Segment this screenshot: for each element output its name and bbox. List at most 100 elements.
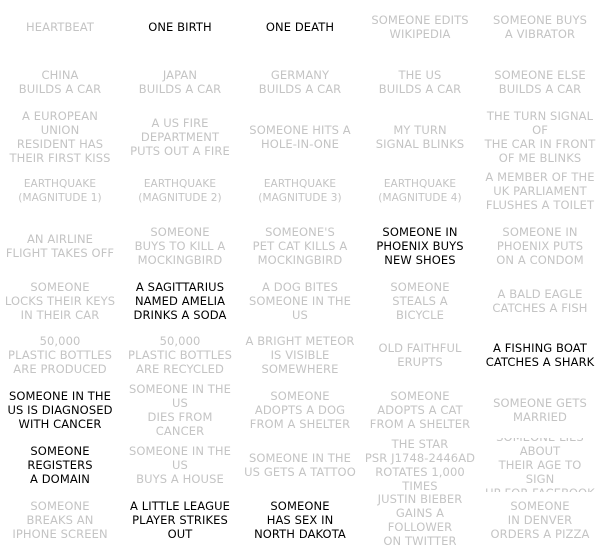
event-label: 50,000 PLASTIC BOTTLES ARE RECYCLED <box>128 334 232 377</box>
event-label: EARTHQUAKE (MAGNITUDE 4) <box>378 178 462 205</box>
event-label: A BALD EAGLE CATCHES A FISH <box>492 286 588 315</box>
event-cell: THE US BUILDS A CAR <box>360 55 480 110</box>
event-label-highlighted: ONE DEATH <box>265 20 335 35</box>
event-label-highlighted: SOMEONE REGISTERS A DOMAIN <box>27 443 93 486</box>
event-cell: JAPAN BUILDS A CAR <box>120 55 240 110</box>
event-cell: MY TURN SIGNAL BLINKS <box>360 109 480 164</box>
event-cell: A BALD EAGLE CATCHES A FISH <box>480 273 600 328</box>
event-label: EARTHQUAKE (MAGNITUDE 3) <box>258 178 342 205</box>
event-cell: SOMEONE LOCKS THEIR KEYS IN THEIR CAR <box>0 273 120 328</box>
event-label: EARTHQUAKE (MAGNITUDE 2) <box>138 178 222 205</box>
event-label: CHINA BUILDS A CAR <box>18 68 102 97</box>
event-cell: ONE BIRTH <box>120 0 240 55</box>
event-label: SOMEONE IN THE US BUYS A HOUSE <box>128 443 232 486</box>
event-label: SOMEONE STEALS A BICYCLE <box>390 279 450 322</box>
event-label: OLD FAITHFUL ERUPTS <box>378 341 462 370</box>
event-label: JUSTIN BIEBER GAINS A FOLLOWER ON TWITTE… <box>377 492 463 547</box>
event-cell: SOMEONE IN THE US IS DIAGNOSED WITH CANC… <box>0 383 120 438</box>
event-label: A BRIGHT METEOR IS VISIBLE SOMEWHERE <box>245 334 355 377</box>
event-label: SOMEONE IN THE US DIES FROM CANCER <box>128 382 232 438</box>
event-cell: AN AIRLINE FLIGHT TAKES OFF <box>0 219 120 274</box>
event-label: SOMEONE BUYS A VIBRATOR <box>493 13 587 42</box>
event-cell: SOMEONE IN THE US DIES FROM CANCER <box>120 383 240 438</box>
event-cell: SOMEONE REGISTERS A DOMAIN <box>0 438 120 493</box>
event-cell: A DOG BITES SOMEONE IN THE US <box>240 273 360 328</box>
event-cell: A BRIGHT METEOR IS VISIBLE SOMEWHERE <box>240 328 360 383</box>
event-label-highlighted: ONE BIRTH <box>148 20 212 35</box>
event-label: SOMEONE ELSE BUILDS A CAR <box>494 68 586 97</box>
event-cell: GERMANY BUILDS A CAR <box>240 55 360 110</box>
event-label-highlighted: SOMEONE IN PHOENIX BUYS NEW SHOES <box>376 225 464 268</box>
event-cell: SOMEONE BUYS A VIBRATOR <box>480 0 600 55</box>
event-cell: THE STAR PSR J1748-2446AD ROTATES 1,000 … <box>360 438 480 493</box>
event-cell: THE TURN SIGNAL OF THE CAR IN FRONT OF M… <box>480 109 600 164</box>
event-cell: SOMEONE LIES ABOUT THEIR AGE TO SIGN UP … <box>480 438 600 493</box>
event-cell: A LITTLE LEAGUE PLAYER STRIKES OUT <box>120 492 240 547</box>
event-label-highlighted: A FISHING BOAT CATCHES A SHARK <box>485 341 595 370</box>
event-cell: SOMEONE IN PHOENIX BUYS NEW SHOES <box>360 219 480 274</box>
event-label: A DOG BITES SOMEONE IN THE US <box>248 279 352 322</box>
event-cell: OLD FAITHFUL ERUPTS <box>360 328 480 383</box>
event-label: SOMEONE BUYS TO KILL A MOCKINGBIRD <box>134 225 226 268</box>
event-label: SOMEONE HITS A HOLE-IN-ONE <box>249 122 351 151</box>
event-cell: SOMEONE ELSE BUILDS A CAR <box>480 55 600 110</box>
event-label: A MEMBER OF THE UK PARLIAMENT FLUSHES A … <box>485 170 595 213</box>
event-label: MY TURN SIGNAL BLINKS <box>375 122 465 151</box>
event-label: SOMEONE BREAKS AN IPHONE SCREEN <box>12 498 108 541</box>
event-cell: ONE DEATH <box>240 0 360 55</box>
event-label: EARTHQUAKE (MAGNITUDE 1) <box>18 178 102 205</box>
event-label: GERMANY BUILDS A CAR <box>258 68 342 97</box>
event-cell: A FISHING BOAT CATCHES A SHARK <box>480 328 600 383</box>
event-cell: EARTHQUAKE (MAGNITUDE 2) <box>120 164 240 219</box>
event-cell: 50,000 PLASTIC BOTTLES ARE PRODUCED <box>0 328 120 383</box>
event-cell: SOMEONE BUYS TO KILL A MOCKINGBIRD <box>120 219 240 274</box>
event-cell: JUSTIN BIEBER GAINS A FOLLOWER ON TWITTE… <box>360 492 480 547</box>
event-label: SOMEONE IN DENVER ORDERS A PIZZA <box>490 498 590 541</box>
event-cell: EARTHQUAKE (MAGNITUDE 3) <box>240 164 360 219</box>
event-label: SOMEONE ADOPTS A DOG FROM A SHELTER <box>249 389 351 432</box>
event-label-highlighted: A LITTLE LEAGUE PLAYER STRIKES OUT <box>130 498 230 541</box>
event-cell: A EUROPEAN UNION RESIDENT HAS THEIR FIRS… <box>0 109 120 164</box>
event-label-highlighted: SOMEONE IN THE US IS DIAGNOSED WITH CANC… <box>7 389 113 432</box>
event-cell: CHINA BUILDS A CAR <box>0 55 120 110</box>
event-label: AN AIRLINE FLIGHT TAKES OFF <box>5 232 115 261</box>
event-label: THE TURN SIGNAL OF THE CAR IN FRONT OF M… <box>484 109 596 165</box>
event-cell: SOMEONE HAS SEX IN NORTH DAKOTA <box>240 492 360 547</box>
event-cell: SOMEONE'S PET CAT KILLS A MOCKINGBIRD <box>240 219 360 274</box>
event-label: SOMEONE EDITS WIKIPEDIA <box>371 13 469 42</box>
event-cell: A SAGITTARIUS NAMED AMELIA DRINKS A SODA <box>120 273 240 328</box>
event-cell: SOMEONE STEALS A BICYCLE <box>360 273 480 328</box>
event-label-highlighted: A SAGITTARIUS NAMED AMELIA DRINKS A SODA <box>133 279 227 322</box>
event-cell: A US FIRE DEPARTMENT PUTS OUT A FIRE <box>120 109 240 164</box>
event-cell: SOMEONE IN THE US GETS A TATTOO <box>240 438 360 493</box>
event-cell: SOMEONE IN THE US BUYS A HOUSE <box>120 438 240 493</box>
event-cell: A MEMBER OF THE UK PARLIAMENT FLUSHES A … <box>480 164 600 219</box>
event-label: SOMEONE'S PET CAT KILLS A MOCKINGBIRD <box>252 225 348 268</box>
event-label: A EUROPEAN UNION RESIDENT HAS THEIR FIRS… <box>9 109 111 165</box>
event-cell: SOMEONE ADOPTS A CAT FROM A SHELTER <box>360 383 480 438</box>
event-label: SOMEONE LIES ABOUT THEIR AGE TO SIGN UP … <box>485 438 595 493</box>
event-cell: SOMEONE IN PHOENIX PUTS ON A CONDOM <box>480 219 600 274</box>
event-grid: HEARTBEAT ONE BIRTH ONE DEATH SOMEONE EDITS… <box>0 0 600 547</box>
event-label: SOMEONE IN THE US GETS A TATTOO <box>244 450 356 479</box>
event-cell: SOMEONE IN DENVER ORDERS A PIZZA <box>480 492 600 547</box>
event-cell: EARTHQUAKE (MAGNITUDE 4) <box>360 164 480 219</box>
event-label: JAPAN BUILDS A CAR <box>138 68 222 97</box>
event-label: SOMEONE IN PHOENIX PUTS ON A CONDOM <box>496 225 584 268</box>
event-cell: SOMEONE EDITS WIKIPEDIA <box>360 0 480 55</box>
event-label: SOMEONE ADOPTS A CAT FROM A SHELTER <box>369 389 471 432</box>
event-cell: HEARTBEAT <box>0 0 120 55</box>
event-cell: SOMEONE GETS MARRIED <box>480 383 600 438</box>
event-cell: EARTHQUAKE (MAGNITUDE 1) <box>0 164 120 219</box>
event-label: SOMEONE LOCKS THEIR KEYS IN THEIR CAR <box>4 279 116 322</box>
event-cell: 50,000 PLASTIC BOTTLES ARE RECYCLED <box>120 328 240 383</box>
event-label-highlighted: SOMEONE HAS SEX IN NORTH DAKOTA <box>254 498 346 541</box>
event-label: THE US BUILDS A CAR <box>378 68 462 97</box>
event-label: SOMEONE GETS MARRIED <box>493 396 587 425</box>
event-label: THE STAR PSR J1748-2446AD ROTATES 1,000 … <box>364 437 476 493</box>
event-label: 50,000 PLASTIC BOTTLES ARE PRODUCED <box>8 334 112 377</box>
event-label: A US FIRE DEPARTMENT PUTS OUT A FIRE <box>130 115 230 158</box>
event-cell: SOMEONE HITS A HOLE-IN-ONE <box>240 109 360 164</box>
event-label: HEARTBEAT <box>25 20 94 35</box>
event-cell: SOMEONE BREAKS AN IPHONE SCREEN <box>0 492 120 547</box>
